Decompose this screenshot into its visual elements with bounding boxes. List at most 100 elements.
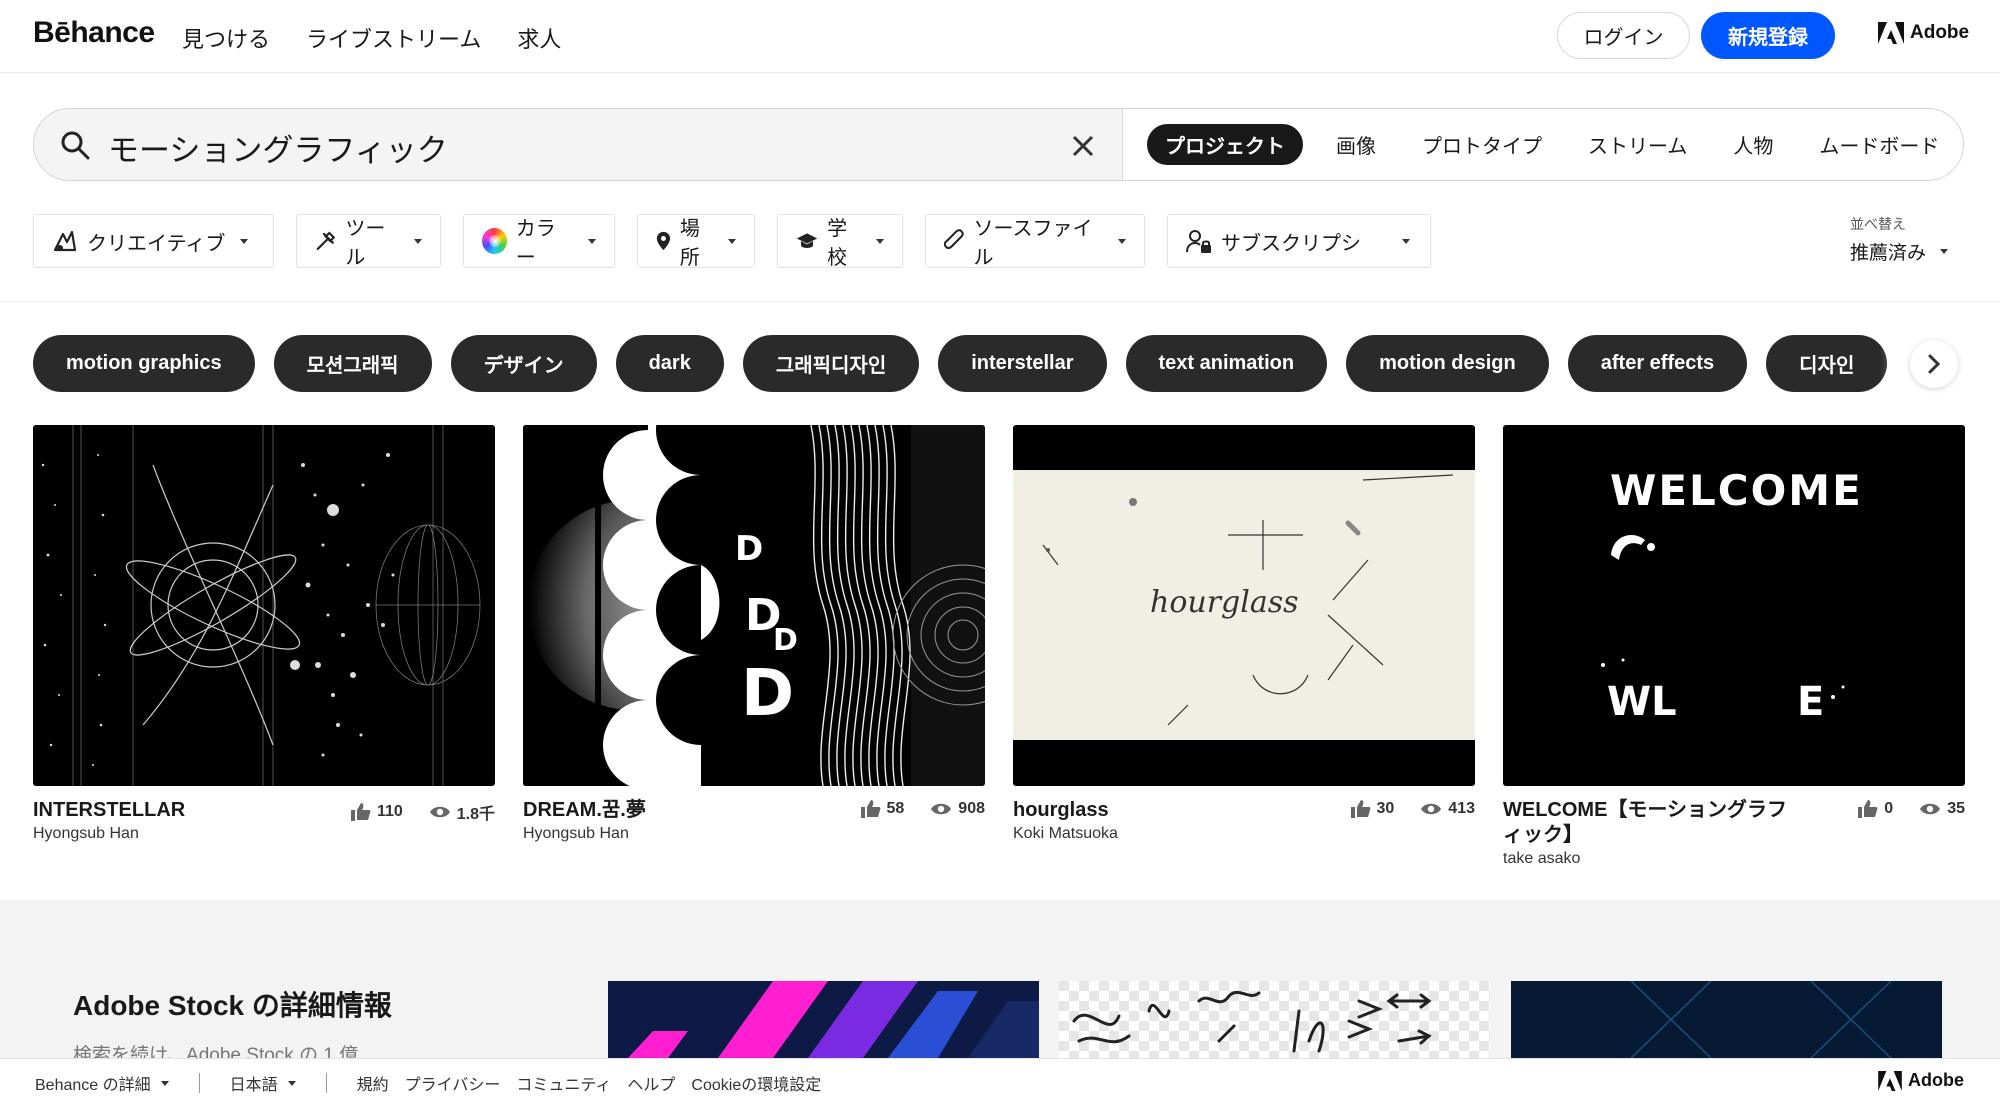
behance-logo[interactable]: Bēhance — [33, 16, 155, 50]
project-title[interactable]: INTERSTELLAR — [33, 798, 333, 823]
language-dropdown[interactable]: 日本語 — [230, 1071, 296, 1095]
chevron-down-icon — [588, 238, 596, 244]
project-thumbnail[interactable] — [33, 425, 495, 786]
footer: Behance の詳細 日本語 規約 プライバシー コミュニティ ヘルプ Coo… — [0, 1058, 2000, 1103]
tab-streams[interactable]: ストリーム — [1565, 124, 1710, 165]
filter-color[interactable]: カラー — [463, 214, 615, 269]
sort-value: 推薦済み — [1850, 242, 1927, 264]
adobe-label: Adobe — [1910, 22, 1970, 43]
svg-text:D: D — [773, 623, 798, 658]
nav-livestream[interactable]: ライブストリーム — [306, 22, 481, 54]
filter-location[interactable]: 場所 — [637, 214, 755, 269]
tag-chip[interactable]: 그래픽디자인 — [742, 335, 920, 392]
footer-more-dropdown[interactable]: Behance の詳細 — [35, 1071, 169, 1095]
like-count: 0 — [1884, 800, 1894, 817]
chevron-down-icon — [240, 238, 249, 244]
project-owner[interactable]: Hyongsub Han — [33, 825, 495, 843]
project-info: DREAM.꿈.夢 Hyongsub Han 58 908 — [523, 798, 985, 878]
project-thumbnail[interactable]: hourglass — [1013, 425, 1475, 786]
footer-link-community[interactable]: コミュニティ — [516, 1071, 611, 1095]
like-count: 110 — [376, 803, 403, 820]
project-title[interactable]: WELCOME【モーショングラフィック】 — [1503, 798, 1803, 848]
filter-school[interactable]: 学校 — [777, 214, 903, 269]
project-info: hourglass Koki Matsuoka 30 413 — [1013, 798, 1475, 878]
tab-projects[interactable]: プロジェクト — [1147, 124, 1303, 165]
project-card[interactable]: INTERSTELLAR Hyongsub Han 110 1.8千 — [33, 425, 495, 878]
filter-creative[interactable]: クリエイティブ — [33, 214, 274, 268]
footer-more-label: Behance の詳細 — [35, 1077, 151, 1094]
tag-chip[interactable]: motion design — [1346, 335, 1549, 392]
project-thumbnail[interactable]: WELCOME WL E — [1503, 425, 1965, 786]
welcome-text: WELCOME — [1610, 466, 1863, 515]
sort-value-row: 推薦済み — [1850, 238, 1949, 265]
tab-moodboards[interactable]: ムードボード — [1796, 124, 1962, 165]
project-card[interactable]: WELCOME WL E WELCOME【モーショングラフィック】 take a… — [1503, 425, 1965, 878]
chevron-down-icon — [414, 238, 422, 244]
project-owner[interactable]: take asako — [1503, 850, 1965, 868]
filter-tools[interactable]: ツール — [296, 214, 441, 269]
close-icon[interactable] — [1071, 134, 1095, 158]
project-card[interactable]: D D D D DREAM.꿈.夢 Hyongsub Han 58 908 — [523, 425, 985, 878]
tags-next-button[interactable] — [1910, 340, 1958, 388]
stock-image[interactable] — [608, 981, 1039, 1058]
search-input[interactable]: モーショングラフィック — [34, 109, 1122, 180]
footer-link-privacy[interactable]: プライバシー — [405, 1071, 501, 1095]
eye-icon — [1421, 803, 1442, 815]
tag-chip[interactable]: dark — [615, 335, 724, 392]
footer-divider — [325, 1073, 327, 1093]
eye-icon — [429, 806, 450, 818]
filter-bar: クリエイティブ ツール カラー 場所 学校 ソースファイル サブスクリプシ — [33, 214, 1431, 269]
stock-tech-image — [1511, 981, 1942, 1058]
tag-chip[interactable]: 디자인 — [1766, 335, 1888, 392]
dream-artwork: D D D D — [523, 425, 985, 786]
project-card[interactable]: hourglass hourglass Koki Matsuoka 30 413 — [1013, 425, 1475, 878]
project-owner[interactable]: Hyongsub Han — [523, 825, 985, 843]
project-stats: 110 1.8千 — [350, 800, 495, 824]
search-icon — [61, 131, 90, 160]
tab-people[interactable]: 人物 — [1710, 124, 1796, 165]
chevron-down-icon — [876, 238, 884, 244]
stock-image[interactable] — [1059, 981, 1490, 1058]
signup-button[interactable]: 新規登録 — [1701, 12, 1835, 59]
filter-source-files[interactable]: ソースファイル — [925, 214, 1145, 269]
project-owner[interactable]: Koki Matsuoka — [1013, 825, 1475, 843]
eye-icon — [931, 803, 952, 815]
project-thumbnail[interactable]: D D D D — [523, 425, 985, 786]
filter-source-files-label: ソースファイル — [973, 216, 1093, 269]
project-title[interactable]: hourglass — [1013, 798, 1313, 823]
hourglass-text: hourglass — [1150, 585, 1299, 620]
tag-chip[interactable]: デザイン — [450, 335, 597, 392]
filter-subscription-label: サブスクリプシ — [1221, 230, 1361, 255]
tag-chip[interactable]: after effects — [1567, 335, 1748, 392]
tab-prototypes[interactable]: プロトタイプ — [1399, 124, 1565, 165]
tag-chip[interactable]: motion graphics — [33, 335, 255, 392]
svg-text:D: D — [735, 529, 763, 569]
login-button[interactable]: ログイン — [1557, 12, 1690, 59]
tag-chip[interactable]: 모션그래픽 — [273, 335, 432, 392]
nav-discover[interactable]: 見つける — [182, 22, 270, 54]
tab-images[interactable]: 画像 — [1313, 124, 1399, 165]
filter-creative-label: クリエイティブ — [87, 230, 226, 255]
divider — [0, 301, 2000, 302]
nav-jobs[interactable]: 求人 — [517, 22, 561, 54]
search-query: モーショングラフィック — [108, 133, 448, 169]
adobe-link[interactable]: Adobe — [1878, 22, 1969, 44]
filter-subscription[interactable]: サブスクリプシ — [1167, 214, 1431, 268]
project-grid: INTERSTELLAR Hyongsub Han 110 1.8千 D D D… — [33, 425, 1965, 878]
footer-link-terms[interactable]: 規約 — [357, 1071, 389, 1095]
adobe-footer-link[interactable]: Adobe — [1878, 1070, 1964, 1091]
chevron-down-icon — [728, 238, 736, 244]
stock-image[interactable] — [1511, 981, 1942, 1058]
tag-chip[interactable]: text animation — [1125, 335, 1328, 392]
chevron-down-icon — [1402, 238, 1410, 244]
view-count: 413 — [1448, 800, 1475, 817]
project-title[interactable]: DREAM.꿈.夢 — [523, 798, 823, 823]
filter-school-label: 学校 — [827, 216, 848, 269]
footer-link-cookies[interactable]: Cookieの環境設定 — [691, 1071, 821, 1095]
sort-dropdown[interactable]: 並べ替え 推薦済み — [1850, 214, 1949, 265]
footer-link-help[interactable]: ヘルプ — [627, 1071, 675, 1095]
like-count: 58 — [886, 800, 905, 817]
view-count: 908 — [958, 800, 985, 817]
tag-chip[interactable]: interstellar — [938, 335, 1107, 392]
welcome-fragment-right: E — [1797, 679, 1824, 725]
